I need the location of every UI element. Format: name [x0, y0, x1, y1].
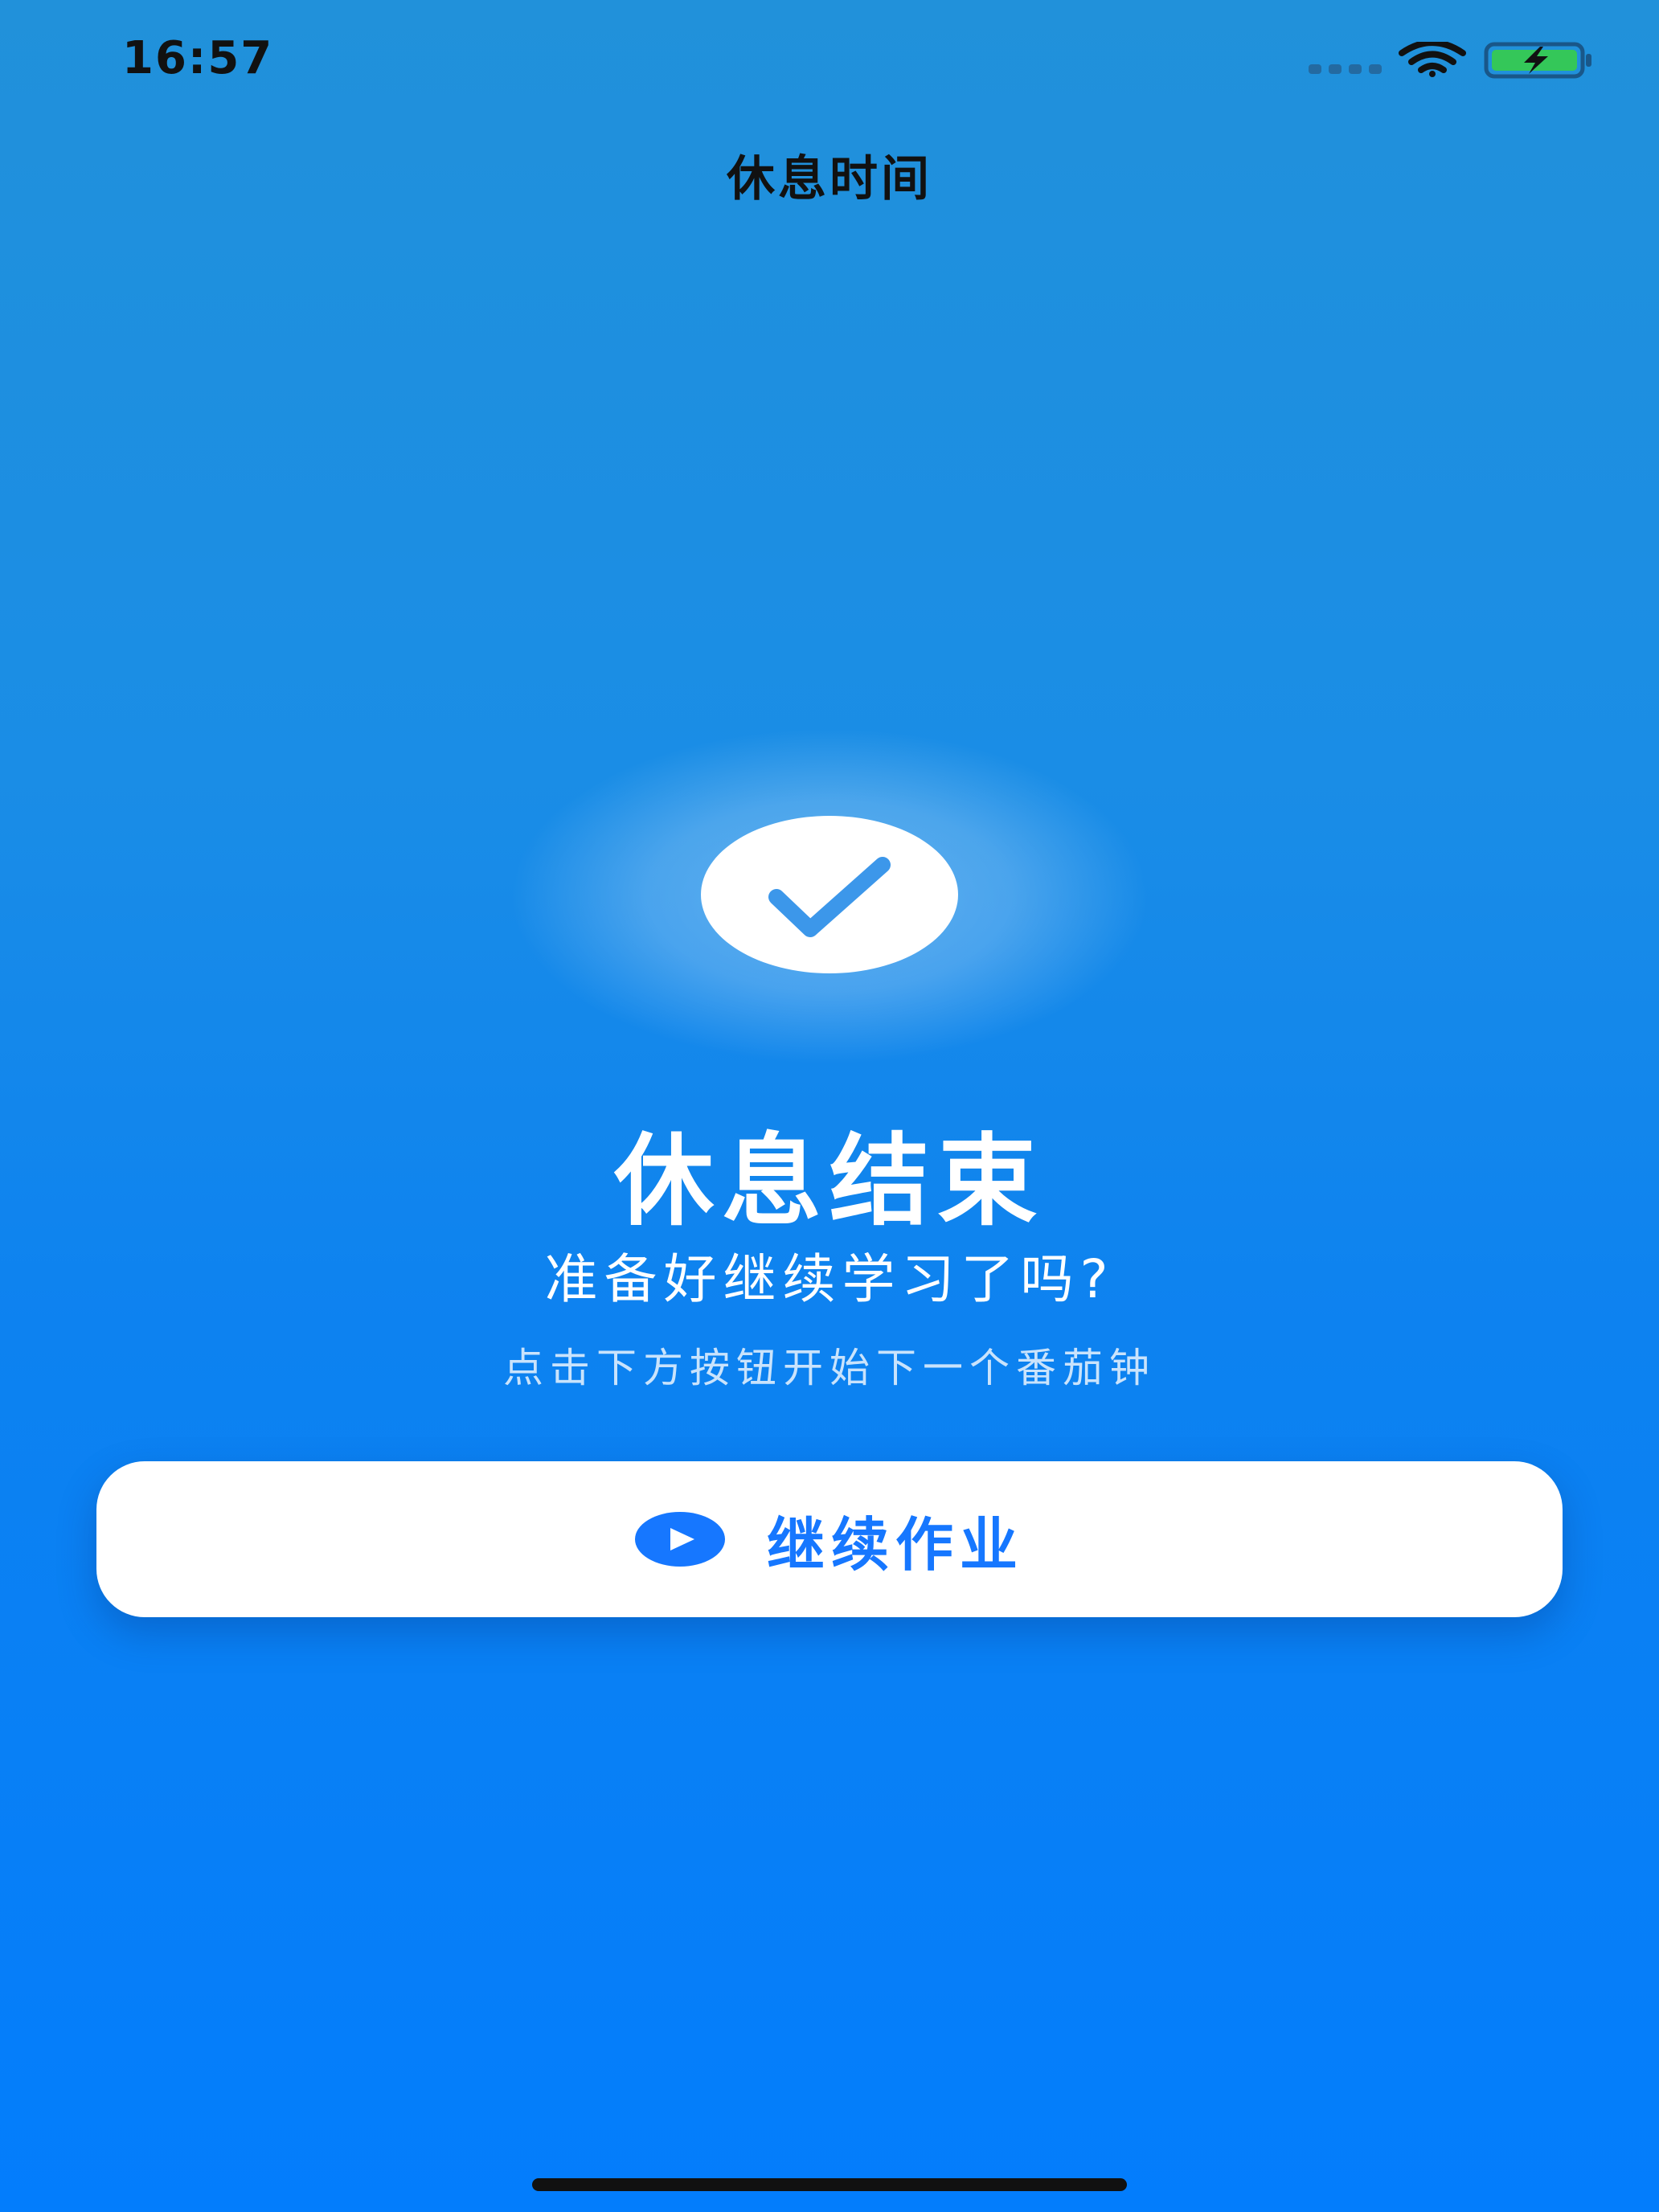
battery-charging-icon [1484, 42, 1591, 79]
break-end-title: 休息结束 [613, 1124, 1045, 1239]
play-circle-icon [634, 1512, 725, 1567]
status-bar: 16:57 [0, 0, 1659, 121]
cellular-signal-icon [1309, 64, 1382, 74]
continue-button-label: 继续作业 [766, 1510, 1024, 1579]
break-end-subtitle: 准备好继续学习了吗? [544, 1248, 1115, 1310]
wifi-icon [1399, 42, 1466, 77]
continue-homework-button[interactable]: 继续作业 [96, 1461, 1563, 1617]
home-indicator[interactable] [532, 2178, 1127, 2191]
break-end-hint: 点击下方按钮开始下一个番茄钟 [503, 1345, 1156, 1391]
checkmark-icon [768, 857, 891, 937]
status-time: 16:57 [122, 32, 274, 84]
page-title: 休息时间 [727, 151, 932, 207]
